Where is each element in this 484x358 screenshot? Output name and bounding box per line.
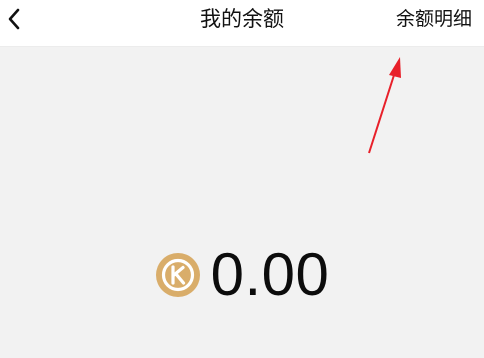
back-button[interactable] — [2, 4, 26, 34]
chevron-left-icon — [8, 8, 20, 30]
balance-amount: 0.00 — [210, 240, 330, 308]
top-navigation-bar: 我的余额 余额明细 — [0, 0, 484, 47]
k-coin-icon — [155, 253, 200, 297]
balance-display: 0.00 — [0, 238, 484, 310]
balance-detail-link[interactable]: 余额明细 — [396, 0, 472, 38]
